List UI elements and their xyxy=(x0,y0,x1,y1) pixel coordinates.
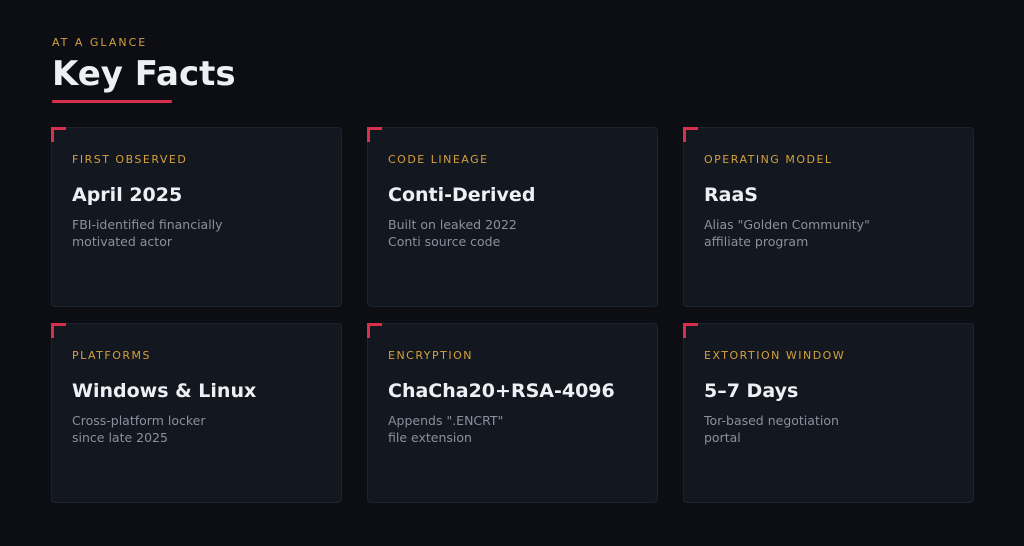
card-description-line: since late 2025 xyxy=(72,430,168,445)
fact-card-extortion-window: EXTORTION WINDOW 5–7 Days Tor-based nego… xyxy=(683,323,974,503)
card-value: RaaS xyxy=(704,184,758,206)
page-title: Key Facts xyxy=(52,54,236,94)
card-value: April 2025 xyxy=(72,184,183,206)
card-label: EXTORTION WINDOW xyxy=(704,349,846,362)
card-description: Alias "Golden Community" affiliate progr… xyxy=(704,216,953,250)
facts-grid: FIRST OBSERVED April 2025 FBI-identified… xyxy=(51,127,974,503)
card-description-line: motivated actor xyxy=(72,234,172,249)
title-underline xyxy=(52,100,172,103)
card-description-line: Tor-based negotiation xyxy=(704,413,839,428)
fact-card-platforms: PLATFORMS Windows & Linux Cross-platform… xyxy=(51,323,342,503)
card-value: 5–7 Days xyxy=(704,380,799,402)
card-description-line: Cross-platform locker xyxy=(72,413,206,428)
card-corner-accent xyxy=(683,323,698,338)
card-description-line: affiliate program xyxy=(704,234,809,249)
card-description-line: Conti source code xyxy=(388,234,501,249)
card-value: ChaCha20+RSA-4096 xyxy=(388,380,615,402)
card-description-line: FBI-identified financially xyxy=(72,217,223,232)
card-description: Tor-based negotiation portal xyxy=(704,412,953,446)
card-description-line: Appends ".ENCRT" xyxy=(388,413,504,428)
card-label: PLATFORMS xyxy=(72,349,152,362)
fact-card-operating-model: OPERATING MODEL RaaS Alias "Golden Commu… xyxy=(683,127,974,307)
card-label: FIRST OBSERVED xyxy=(72,153,188,166)
card-description: Cross-platform locker since late 2025 xyxy=(72,412,321,446)
card-description: Built on leaked 2022 Conti source code xyxy=(388,216,637,250)
fact-card-first-observed: FIRST OBSERVED April 2025 FBI-identified… xyxy=(51,127,342,307)
card-value: Conti-Derived xyxy=(388,184,536,206)
card-corner-accent xyxy=(51,323,66,338)
card-description: FBI-identified financially motivated act… xyxy=(72,216,321,250)
card-description-line: Built on leaked 2022 xyxy=(388,217,517,232)
card-corner-accent xyxy=(367,323,382,338)
fact-card-encryption: ENCRYPTION ChaCha20+RSA-4096 Appends ".E… xyxy=(367,323,658,503)
card-label: OPERATING MODEL xyxy=(704,153,833,166)
card-value: Windows & Linux xyxy=(72,380,257,402)
card-description-line: file extension xyxy=(388,430,472,445)
section-header: AT A GLANCE Key Facts xyxy=(52,36,236,103)
card-label: CODE LINEAGE xyxy=(388,153,489,166)
card-corner-accent xyxy=(51,127,66,142)
card-corner-accent xyxy=(683,127,698,142)
card-description-line: portal xyxy=(704,430,741,445)
section-eyebrow: AT A GLANCE xyxy=(52,36,148,49)
card-label: ENCRYPTION xyxy=(388,349,474,362)
card-description-line: Alias "Golden Community" xyxy=(704,217,870,232)
fact-card-code-lineage: CODE LINEAGE Conti-Derived Built on leak… xyxy=(367,127,658,307)
card-corner-accent xyxy=(367,127,382,142)
card-description: Appends ".ENCRT" file extension xyxy=(388,412,637,446)
